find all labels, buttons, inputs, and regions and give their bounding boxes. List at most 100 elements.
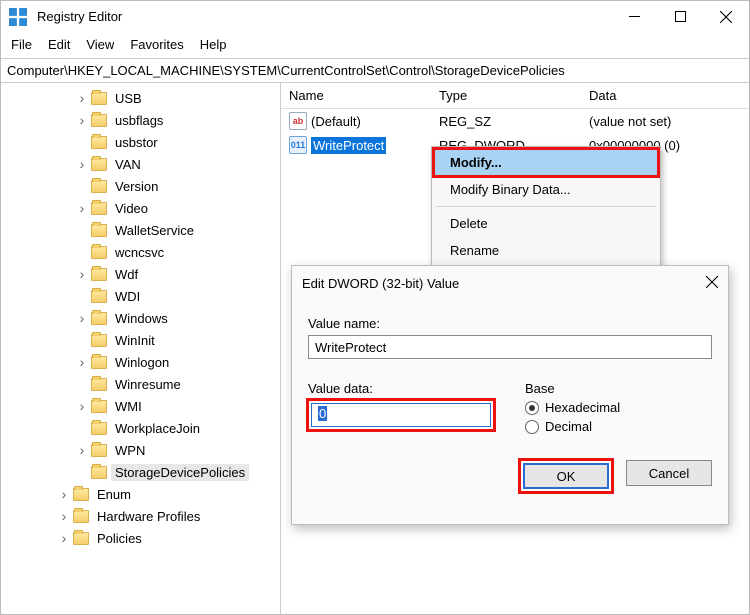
expand-icon[interactable] (75, 266, 89, 282)
tree-label: StorageDevicePolicies (111, 464, 249, 481)
dialog-close-button[interactable] (706, 276, 718, 291)
tree-item[interactable]: StorageDevicePolicies (1, 461, 280, 483)
ok-button[interactable]: OK (523, 463, 609, 489)
menu-favorites[interactable]: Favorites (124, 35, 189, 54)
cancel-button[interactable]: Cancel (626, 460, 712, 486)
expand-icon[interactable] (75, 156, 89, 172)
value-name: WriteProtect (311, 137, 386, 154)
tree-item[interactable]: Winresume (1, 373, 280, 395)
tree-scroll[interactable]: USBusbflags usbstor VAN Version Video WalletS… (1, 83, 280, 614)
dword-icon: 011 (289, 136, 307, 154)
tree-item[interactable]: usbstor (1, 131, 280, 153)
tree-label: VAN (111, 156, 145, 173)
address-bar[interactable]: Computer\HKEY_LOCAL_MACHINE\SYSTEM\Curre… (1, 58, 749, 83)
list-pane: Name Type Data ab(Default)REG_SZ(value n… (281, 83, 749, 614)
tree-label: WalletService (111, 222, 198, 239)
value-type: REG_SZ (431, 112, 581, 131)
radio-hex[interactable] (525, 401, 539, 415)
value-row[interactable]: ab(Default)REG_SZ(value not set) (281, 109, 749, 133)
radio-dec-row[interactable]: Decimal (525, 419, 712, 434)
tree-item[interactable]: Policies (1, 527, 280, 549)
folder-icon (91, 290, 107, 303)
tree-label: Wdf (111, 266, 142, 283)
ctx-modify-binary[interactable]: Modify Binary Data... (434, 176, 658, 203)
expand-icon[interactable] (75, 354, 89, 370)
base-label: Base (525, 381, 712, 396)
expand-icon[interactable] (75, 442, 89, 458)
expand-icon[interactable] (57, 508, 71, 524)
tree-label: Hardware Profiles (93, 508, 204, 525)
tree-label: WPN (111, 442, 149, 459)
value-data-input[interactable]: 0 (311, 403, 491, 427)
ctx-modify[interactable]: Modify... (434, 149, 658, 176)
tree-item[interactable]: USB (1, 87, 280, 109)
value-name-input[interactable] (308, 335, 712, 359)
folder-icon (73, 510, 89, 523)
context-menu: Modify... Modify Binary Data... Delete R… (431, 146, 661, 267)
ctx-sep (436, 206, 656, 207)
folder-icon (91, 246, 107, 259)
folder-icon (91, 444, 107, 457)
folder-icon (73, 488, 89, 501)
tree-item[interactable]: Windows (1, 307, 280, 329)
radio-hex-label: Hexadecimal (545, 400, 620, 415)
tree-item[interactable]: WMI (1, 395, 280, 417)
menu-help[interactable]: Help (194, 35, 233, 54)
menubar: File Edit View Favorites Help (1, 33, 749, 58)
tree-item[interactable]: Enum (1, 483, 280, 505)
tree-item[interactable]: WinInit (1, 329, 280, 351)
ctx-rename[interactable]: Rename (434, 237, 658, 264)
tree-item[interactable]: WalletService (1, 219, 280, 241)
tree-item[interactable]: Version (1, 175, 280, 197)
menu-file[interactable]: File (5, 35, 38, 54)
tree-item[interactable]: Video (1, 197, 280, 219)
tree-item[interactable]: Wdf (1, 263, 280, 285)
expand-icon[interactable] (75, 200, 89, 216)
folder-icon (91, 378, 107, 391)
tree-label: Enum (93, 486, 135, 503)
tree-pane: USBusbflags usbstor VAN Version Video WalletS… (1, 83, 281, 614)
folder-icon (91, 356, 107, 369)
tree-item[interactable]: Winlogon (1, 351, 280, 373)
expand-icon[interactable] (75, 112, 89, 128)
tree-item[interactable]: Hardware Profiles (1, 505, 280, 527)
value-data-label: Value data: (308, 381, 495, 396)
close-button[interactable] (703, 1, 749, 33)
menu-edit[interactable]: Edit (42, 35, 76, 54)
tree-item[interactable]: WPN (1, 439, 280, 461)
tree-item[interactable]: wcncsvc (1, 241, 280, 263)
expand-icon[interactable] (57, 486, 71, 502)
tree-item[interactable]: WDI (1, 285, 280, 307)
col-header-name[interactable]: Name (281, 84, 431, 107)
maximize-button[interactable] (657, 1, 703, 33)
radio-dec[interactable] (525, 420, 539, 434)
folder-icon (73, 532, 89, 545)
expand-icon[interactable] (75, 398, 89, 414)
folder-icon (91, 114, 107, 127)
folder-icon (91, 466, 107, 479)
tree-label: usbstor (111, 134, 162, 151)
tree-label: Policies (93, 530, 146, 547)
folder-icon (91, 400, 107, 413)
col-header-type[interactable]: Type (431, 84, 581, 107)
tree-label: WDI (111, 288, 144, 305)
tree-item[interactable]: usbflags (1, 109, 280, 131)
expand-icon[interactable] (75, 310, 89, 326)
expand-icon[interactable] (57, 530, 71, 546)
value-data: (value not set) (581, 112, 749, 131)
minimize-button[interactable] (611, 1, 657, 33)
folder-icon (91, 158, 107, 171)
tree-item[interactable]: WorkplaceJoin (1, 417, 280, 439)
tree-label: Version (111, 178, 162, 195)
titlebar: Registry Editor (1, 1, 749, 33)
tree-label: wcncsvc (111, 244, 168, 261)
radio-hex-row[interactable]: Hexadecimal (525, 400, 712, 415)
tree-label: WMI (111, 398, 146, 415)
menu-view[interactable]: View (80, 35, 120, 54)
expand-icon[interactable] (75, 90, 89, 106)
ctx-delete[interactable]: Delete (434, 210, 658, 237)
col-header-data[interactable]: Data (581, 84, 749, 107)
list-header: Name Type Data (281, 83, 749, 109)
folder-icon (91, 224, 107, 237)
tree-item[interactable]: VAN (1, 153, 280, 175)
